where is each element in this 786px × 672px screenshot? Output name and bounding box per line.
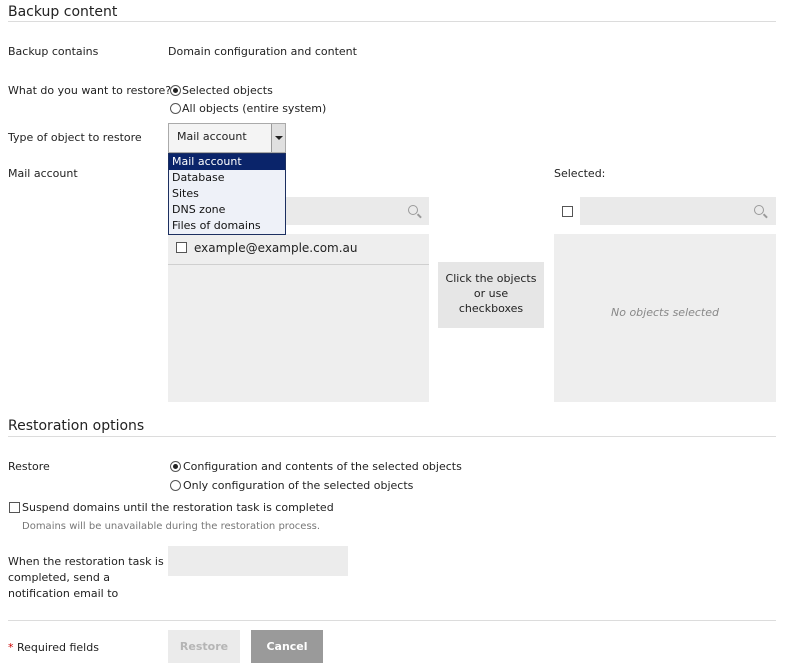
dropdown-option-dns-zone[interactable]: DNS zone [169, 202, 285, 218]
dropdown-option-database[interactable]: Database [169, 170, 285, 186]
selected-empty-text: No objects selected [610, 306, 719, 319]
notify-label-line: When the restoration task is [8, 555, 164, 568]
selected-label: Selected: [554, 167, 606, 180]
suspend-domains-label[interactable]: Suspend domains until the restoration ta… [22, 501, 334, 514]
select-all-selected-checkbox[interactable] [562, 206, 573, 217]
list-divider [168, 264, 429, 265]
selected-objects-list[interactable]: No objects selected [554, 234, 776, 402]
object-type-dropdown-list[interactable]: Mail account Database Sites DNS zone Fil… [168, 153, 286, 235]
footer-divider [8, 620, 776, 621]
backup-contains-value: Domain configuration and content [168, 45, 357, 58]
backup-contains-label: Backup contains [8, 45, 99, 58]
restore-selected-objects-label[interactable]: Selected objects [182, 84, 273, 97]
selected-search-input[interactable] [580, 197, 776, 225]
dropdown-option-files-of-domains[interactable]: Files of domains [169, 218, 285, 234]
available-item-email[interactable]: example@example.com.au [194, 241, 358, 255]
notify-label-line: notification email to [8, 587, 119, 600]
notify-label-line: completed, send a [8, 571, 111, 584]
required-fields-text: Required fields [17, 641, 99, 654]
transfer-hint-line: or use [473, 287, 509, 300]
restore-config-and-contents-label[interactable]: Configuration and contents of the select… [183, 460, 462, 473]
search-icon [754, 205, 764, 215]
restore-label: Restore [8, 460, 50, 473]
mail-account-label: Mail account [8, 167, 78, 180]
restore-config-only-radio[interactable] [170, 480, 181, 491]
object-type-select[interactable]: Mail account [168, 123, 286, 153]
restore-all-objects-label[interactable]: All objects (entire system) [182, 102, 326, 115]
notify-email-label: When the restoration task is completed, … [8, 554, 164, 602]
restore-all-objects-radio[interactable] [170, 103, 181, 114]
restoration-options-title: Restoration options [8, 418, 145, 434]
available-objects-list[interactable] [168, 234, 429, 402]
dropdown-option-mail-account[interactable]: Mail account [169, 154, 285, 170]
suspend-domains-hint: Domains will be unavailable during the r… [22, 521, 321, 532]
notify-email-input[interactable] [168, 546, 348, 576]
backup-content-title: Backup content [8, 4, 118, 20]
restore-selected-objects-radio[interactable] [170, 85, 181, 96]
restore-config-only-label[interactable]: Only configuration of the selected objec… [183, 479, 413, 492]
object-type-label: Type of object to restore [8, 131, 142, 144]
available-item-checkbox[interactable] [176, 242, 187, 253]
suspend-domains-checkbox[interactable] [9, 502, 20, 513]
restore-what-label: What do you want to restore? [8, 84, 172, 97]
required-fields-note: * Required fields [8, 641, 99, 654]
restore-config-and-contents-radio[interactable] [170, 461, 181, 472]
cancel-button[interactable]: Cancel [251, 630, 323, 663]
required-star: * [8, 641, 14, 654]
transfer-hint-line: Click the objects [445, 272, 537, 285]
transfer-hint-line: checkboxes [458, 302, 524, 315]
section-divider [8, 21, 776, 22]
section-divider [8, 436, 776, 437]
restore-button[interactable]: Restore [168, 630, 240, 663]
transfer-hint-box: Click the objects or use checkboxes [438, 262, 544, 328]
object-type-value: Mail account [177, 130, 247, 143]
dropdown-arrow-icon[interactable] [271, 124, 285, 152]
search-icon [408, 205, 418, 215]
dropdown-option-sites[interactable]: Sites [169, 186, 285, 202]
